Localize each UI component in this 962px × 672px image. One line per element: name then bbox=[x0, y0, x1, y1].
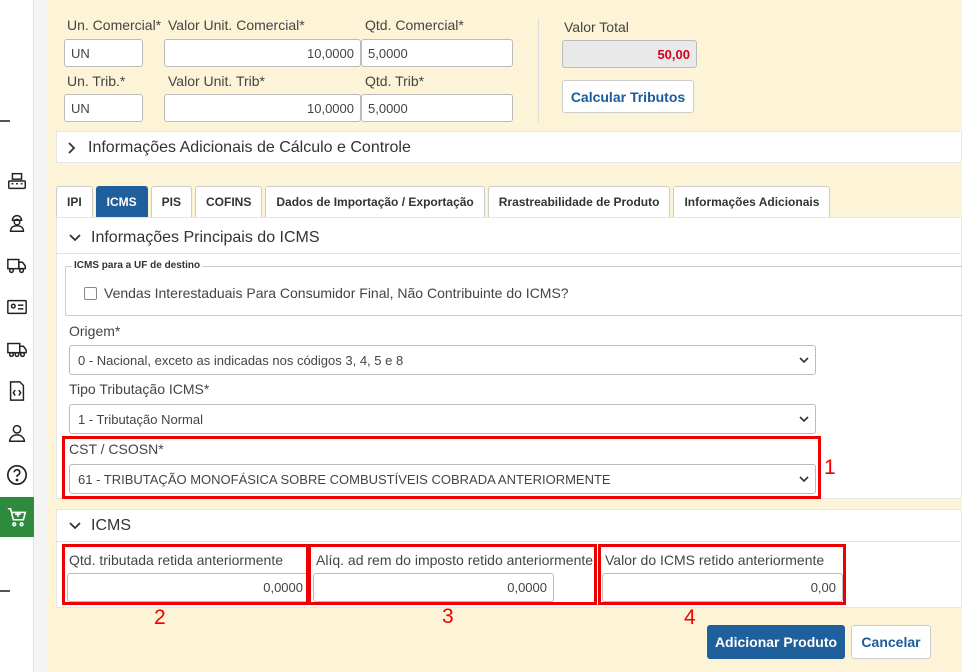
chevron-right-icon bbox=[68, 142, 76, 154]
left-sidebar bbox=[0, 0, 34, 672]
tab-pis[interactable]: PIS bbox=[150, 186, 193, 217]
annotation-number: 2 bbox=[154, 606, 166, 629]
section-divider bbox=[57, 253, 962, 254]
tipo-tributacao-select[interactable]: 1 - Tributação Normal bbox=[69, 404, 816, 434]
origem-select[interactable]: 0 - Nacional, exceto as indicadas nos có… bbox=[69, 345, 816, 375]
tab-dados-importacao[interactable]: Dados de Importação / Exportação bbox=[265, 186, 485, 217]
valor-unit-trib-label: Valor Unit. Trib* bbox=[168, 73, 265, 89]
un-trib-label: Un. Trib.* bbox=[67, 73, 126, 89]
vendas-interestaduais-checkbox[interactable] bbox=[84, 287, 97, 300]
chevron-down-icon bbox=[799, 357, 809, 364]
valor-total-label: Valor Total bbox=[564, 19, 629, 35]
annotation-box-cst bbox=[62, 436, 821, 499]
tipo-tributacao-label: Tipo Tributação ICMS* bbox=[69, 381, 210, 397]
calcular-tributos-button[interactable]: Calcular Tributos bbox=[562, 80, 694, 113]
user-icon[interactable] bbox=[4, 420, 30, 446]
tab-informacoes-adicionais[interactable]: Informações Adicionais bbox=[673, 186, 831, 217]
tab-rastreabilidade[interactable]: Rrastreabilidade de Produto bbox=[487, 186, 671, 217]
cart-plus-icon[interactable] bbox=[0, 497, 34, 537]
annotation-number: 4 bbox=[684, 606, 696, 629]
annotation-box-qtd bbox=[62, 544, 309, 605]
tab-cofins[interactable]: COFINS bbox=[195, 186, 263, 217]
sidebar-separator bbox=[0, 120, 10, 122]
un-trib-input[interactable]: UN bbox=[64, 94, 143, 122]
icms-title: ICMS bbox=[91, 517, 131, 534]
un-comercial-label: Un. Comercial* bbox=[67, 17, 162, 33]
qtd-trib-input[interactable]: 5,0000 bbox=[361, 94, 513, 122]
annotation-box-valor bbox=[598, 544, 846, 605]
qtd-comercial-label: Qtd. Comercial* bbox=[365, 17, 464, 33]
origem-label: Origem* bbox=[69, 323, 121, 339]
info-adicionais-calculo-header: Informações Adicionais de Cálculo e Cont… bbox=[66, 139, 411, 157]
tax-tabs: IPI ICMS PIS COFINS Dados de Importação … bbox=[56, 186, 831, 218]
sidebar-separator bbox=[0, 590, 10, 592]
tipo-tributacao-value: 1 - Tributação Normal bbox=[78, 411, 203, 427]
cancelar-button[interactable]: Cancelar bbox=[851, 625, 931, 659]
cash-register-icon[interactable] bbox=[4, 168, 30, 194]
chevron-down-icon bbox=[799, 416, 809, 423]
tab-icms[interactable]: ICMS bbox=[95, 186, 148, 217]
info-adicionais-calculo-panel[interactable]: Informações Adicionais de Cálculo e Cont… bbox=[56, 131, 962, 163]
tab-ipi[interactable]: IPI bbox=[56, 186, 93, 217]
vendas-interestaduais-label: Vendas Interestaduais Para Consumidor Fi… bbox=[104, 285, 569, 301]
annotation-number: 3 bbox=[442, 605, 454, 628]
icms-header[interactable]: ICMS bbox=[69, 517, 131, 535]
icms-principal-header[interactable]: Informações Principais do ICMS bbox=[69, 229, 320, 247]
annotation-box-aliq bbox=[308, 544, 597, 605]
chevron-down-icon bbox=[69, 234, 81, 242]
icms-principal-title: Informações Principais do ICMS bbox=[91, 229, 320, 246]
info-adicionais-calculo-title: Informações Adicionais de Cálculo e Cont… bbox=[88, 139, 411, 156]
valor-unit-comercial-input[interactable]: 10,0000 bbox=[164, 39, 361, 67]
worker-icon[interactable] bbox=[4, 210, 30, 236]
valor-unit-trib-input[interactable]: 10,0000 bbox=[164, 94, 361, 122]
sidebar-gutter bbox=[34, 0, 48, 672]
valor-unit-comercial-label: Valor Unit. Comercial* bbox=[168, 17, 305, 33]
id-card-icon[interactable] bbox=[4, 294, 30, 320]
chevron-down-icon bbox=[69, 522, 81, 530]
valor-total-field: 50,00 bbox=[562, 40, 697, 68]
uf-destino-legend: ICMS para a UF de destino bbox=[72, 260, 203, 271]
help-icon[interactable] bbox=[4, 462, 30, 488]
adicionar-produto-button[interactable]: Adicionar Produto bbox=[707, 625, 845, 659]
main-content: Un. Comercial* Valor Unit. Comercial* Qt… bbox=[48, 0, 962, 672]
vertical-divider bbox=[538, 18, 539, 122]
truck-icon[interactable] bbox=[4, 336, 30, 362]
origem-value: 0 - Nacional, exceto as indicadas nos có… bbox=[78, 352, 404, 368]
un-comercial-input[interactable]: UN bbox=[64, 39, 143, 67]
delivery-truck-icon[interactable] bbox=[4, 252, 30, 278]
section-divider bbox=[57, 541, 962, 542]
qtd-comercial-input[interactable]: 5,0000 bbox=[361, 39, 513, 67]
qtd-trib-label: Qtd. Trib* bbox=[365, 73, 425, 89]
annotation-number: 1 bbox=[824, 456, 836, 479]
code-file-icon[interactable] bbox=[4, 378, 30, 404]
